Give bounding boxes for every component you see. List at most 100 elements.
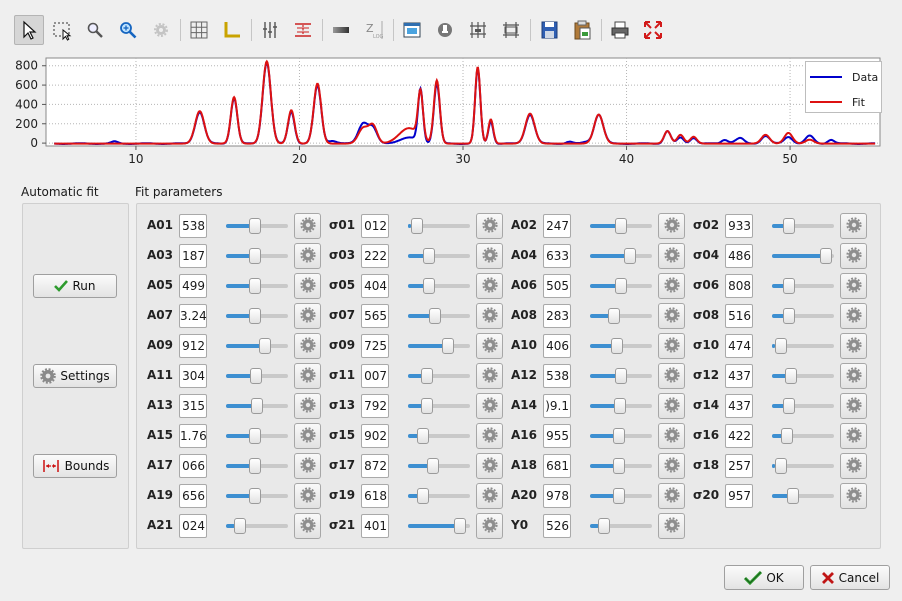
param-settings-button[interactable] [840,333,867,359]
param-slider[interactable] [226,338,288,354]
param-slider[interactable] [772,488,834,504]
param-slider[interactable] [408,518,470,534]
param-settings-button[interactable] [658,243,685,269]
param-settings-button[interactable] [658,393,685,419]
param-settings-button[interactable] [658,513,685,539]
run-button[interactable]: Run [33,274,117,298]
range-tool-button[interactable] [288,15,318,45]
param-value-field[interactable]: 007 [361,364,389,388]
param-value-field[interactable]: 283 [543,304,571,328]
param-slider[interactable] [408,488,470,504]
param-settings-button[interactable] [658,303,685,329]
slider-handle[interactable] [249,428,261,444]
param-settings-button[interactable] [476,303,503,329]
param-settings-button[interactable] [294,423,321,449]
param-settings-button[interactable] [658,333,685,359]
settings-gear-tool-button[interactable] [146,15,176,45]
save-tool-button[interactable] [534,15,564,45]
slider-handle[interactable] [614,398,626,414]
param-value-field[interactable]: 538 [179,214,207,238]
param-value-field[interactable]: 066 [179,454,207,478]
param-value-field[interactable]: 957 [725,484,753,508]
slider-handle[interactable] [787,488,799,504]
param-settings-button[interactable] [476,513,503,539]
param-value-field[interactable]: 872 [361,454,389,478]
slider-handle[interactable] [785,368,797,384]
param-slider[interactable] [226,518,288,534]
param-slider[interactable] [590,248,652,264]
param-slider[interactable] [408,398,470,414]
param-value-field[interactable]: 633 [543,244,571,268]
param-slider[interactable] [772,428,834,444]
zoom-tool-button[interactable] [80,15,110,45]
param-slider[interactable] [590,278,652,294]
slider-handle[interactable] [783,218,795,234]
param-slider[interactable] [408,338,470,354]
slider-handle[interactable] [249,308,261,324]
param-settings-button[interactable] [476,393,503,419]
param-settings-button[interactable] [294,483,321,509]
fullscreen-tool-button[interactable] [638,15,668,45]
param-slider[interactable] [772,458,834,474]
image-tool-button[interactable] [397,15,427,45]
bounds-button[interactable]: Bounds [33,454,117,478]
ok-button[interactable]: OK [724,565,804,590]
slider-handle[interactable] [249,488,261,504]
param-settings-button[interactable] [294,333,321,359]
slider-handle[interactable] [781,428,793,444]
param-settings-button[interactable] [658,423,685,449]
param-slider[interactable] [226,218,288,234]
param-slider[interactable] [590,218,652,234]
param-slider[interactable] [772,308,834,324]
slider-handle[interactable] [423,278,435,294]
slider-handle[interactable] [421,368,433,384]
slider-handle[interactable] [249,218,261,234]
grid-tool-button[interactable] [184,15,214,45]
param-slider[interactable] [226,368,288,384]
slider-handle[interactable] [249,458,261,474]
slider-handle[interactable] [613,428,625,444]
slider-handle[interactable] [775,338,787,354]
param-value-field[interactable]: 247 [543,214,571,238]
param-value-field[interactable]: 401 [361,514,389,538]
param-settings-button[interactable] [840,273,867,299]
param-value-field[interactable]: 792 [361,394,389,418]
slider-handle[interactable] [783,278,795,294]
param-value-field[interactable]: 618 [361,484,389,508]
param-slider[interactable] [408,278,470,294]
slider-handle[interactable] [820,248,832,264]
param-value-field[interactable]: 474 [725,334,753,358]
param-slider[interactable] [590,488,652,504]
param-settings-button[interactable] [476,333,503,359]
slider-handle[interactable] [427,458,439,474]
slider-handle[interactable] [615,278,627,294]
param-value-field[interactable]: 222 [361,244,389,268]
param-value-field[interactable]: 538 [543,364,571,388]
param-value-field[interactable]: 565 [361,304,389,328]
param-settings-button[interactable] [840,363,867,389]
param-slider[interactable] [226,248,288,264]
param-settings-button[interactable] [840,213,867,239]
param-value-field[interactable]: 024 [179,514,207,538]
param-settings-button[interactable] [658,273,685,299]
z-log-tool-button[interactable]: Z LOG [359,15,389,45]
param-settings-button[interactable] [840,393,867,419]
select-rect-tool-button[interactable] [47,15,77,45]
param-value-field[interactable]: 437 [725,364,753,388]
slider-handle[interactable] [417,428,429,444]
param-settings-button[interactable] [658,483,685,509]
markers-alt-tool-button[interactable] [496,15,526,45]
vertical-bars-tool-button[interactable] [255,15,285,45]
cancel-button[interactable]: Cancel [810,565,890,590]
param-slider[interactable] [772,368,834,384]
param-slider[interactable] [408,458,470,474]
param-slider[interactable] [772,248,834,264]
param-slider[interactable] [590,458,652,474]
param-slider[interactable] [772,338,834,354]
param-slider[interactable] [408,428,470,444]
param-value-field[interactable]: 681 [543,454,571,478]
param-settings-button[interactable] [840,483,867,509]
slider-handle[interactable] [423,248,435,264]
slider-handle[interactable] [421,398,433,414]
param-settings-button[interactable] [294,273,321,299]
